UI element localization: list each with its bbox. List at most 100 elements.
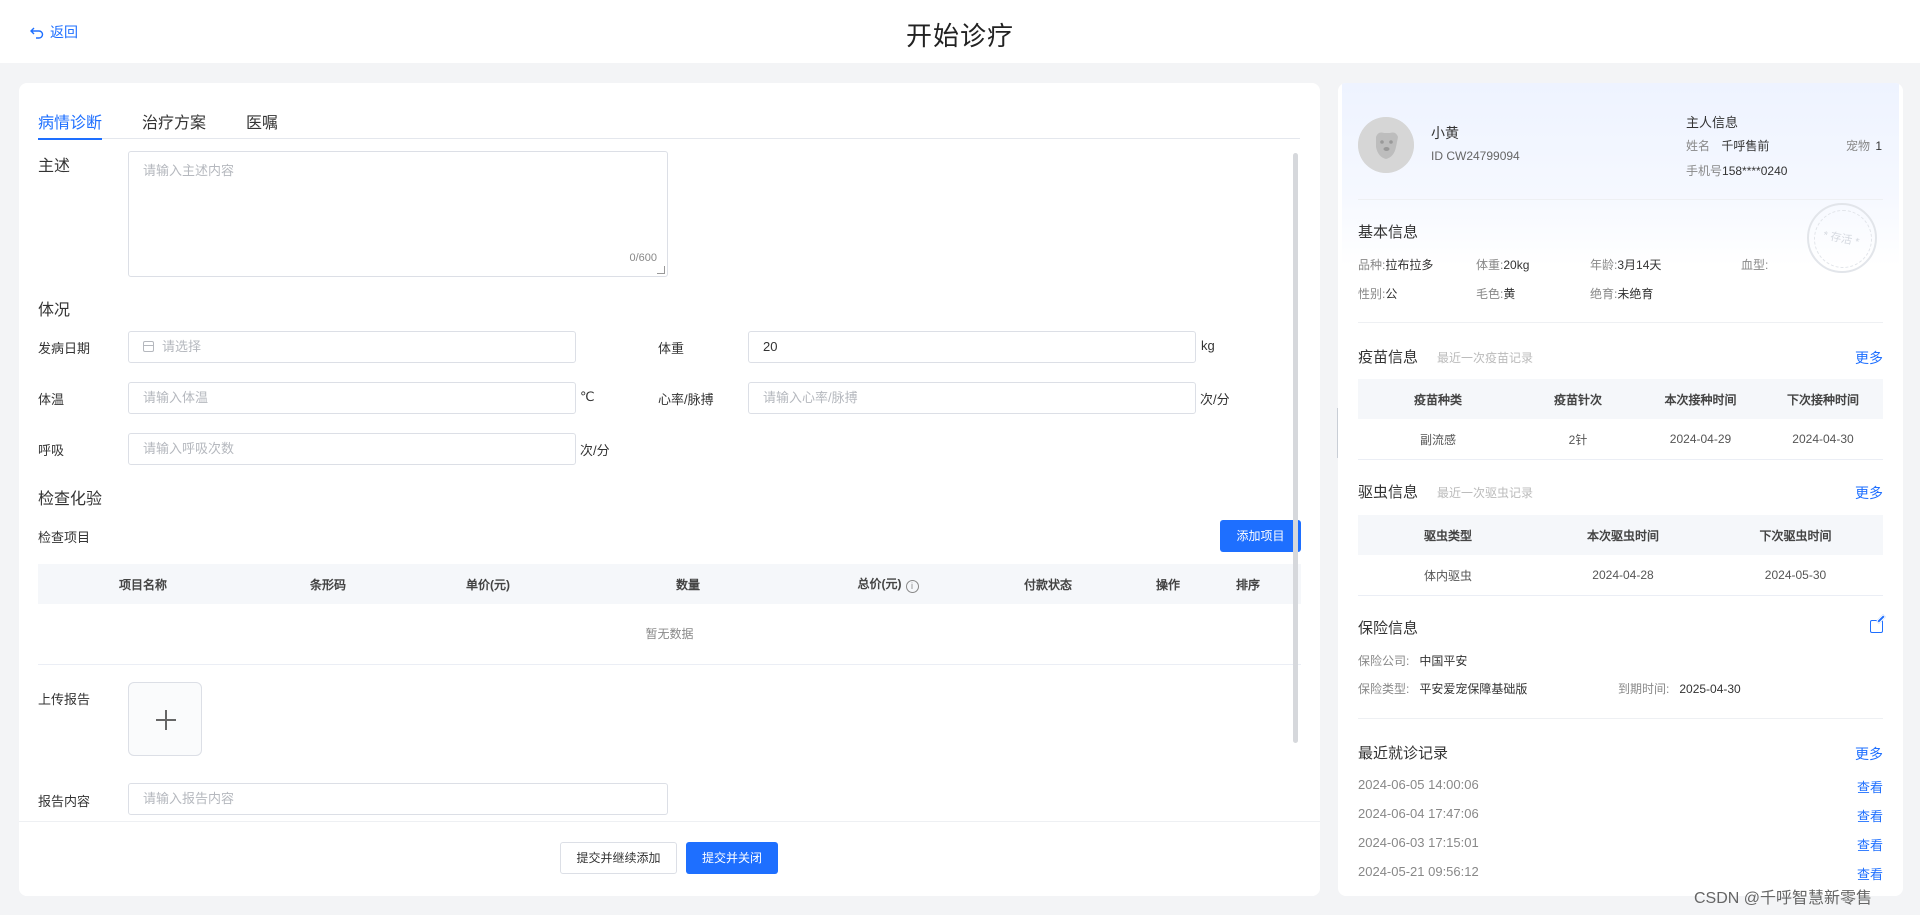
owner-name-label: 姓名 [1686,139,1711,153]
breath-input[interactable]: 请输入呼吸次数 [128,433,576,465]
records-title: 最近就诊记录 [1358,745,1449,762]
pet-count-label: 宠物 [1846,139,1871,153]
records-more-link[interactable]: 更多 [1855,744,1883,764]
submit-close-button[interactable]: 提交并关闭 [686,842,778,874]
tab-bar: 病情诊断 治疗方案 医嘱 [38,103,1300,140]
vaccine-dose-cell: 2针 [1568,432,1588,447]
resize-handle[interactable] [657,266,665,274]
weight-unit: kg [1201,338,1215,353]
deworm-this-time-cell: 2024-04-28 [1592,568,1654,582]
insurance-expire-field: 到期时间: 2025-04-30 [1618,680,1741,697]
deworm-subtitle: 最近一次驱虫记录 [1437,486,1534,500]
onset-date-picker[interactable]: 请选择 [128,331,576,363]
insurance-company-field: 保险公司: 中国平安 [1358,652,1467,669]
upload-report-button[interactable] [128,682,202,756]
view-record-link[interactable]: 查看 [1857,864,1883,883]
weight-info-label: 体重: [1476,258,1504,272]
edit-icon[interactable] [1870,620,1883,633]
heart-rate-input[interactable]: 请输入心率/脉搏 [748,382,1196,414]
pet-name: 小黄 [1431,125,1459,141]
deworm-more-link[interactable]: 更多 [1855,483,1883,503]
pet-id-text: ID CW24799094 [1431,149,1520,163]
onset-date-placeholder: 请选择 [162,339,202,354]
plus-icon-v [165,710,167,730]
vaccine-next-time-cell: 2024-04-30 [1792,432,1854,446]
temperature-input[interactable]: 请输入体温 [128,382,576,414]
tab-medical-advice[interactable]: 医嘱 [246,103,278,139]
insurance-company-label: 保险公司: [1358,654,1410,668]
top-bar: 返回 开始诊疗 [0,0,1920,63]
report-content-input[interactable]: 请输入报告内容 [128,783,668,815]
exam-table: 项目名称 条形码 单价(元) 数量 总价(元) i 付款状态 操作 排序 暂无数据 [38,564,1301,665]
sterile-value: 未绝育 [1617,287,1654,301]
info-icon[interactable]: i [905,580,919,593]
vaccine-title: 疫苗信息 [1358,349,1419,366]
col-vaccine-next-time: 下次接种时间 [1786,392,1859,407]
exam-section-title: 检查化验 [38,491,103,508]
form-footer: 提交并继续添加 提交并关闭 [19,821,1320,896]
pet-count-row: 宠物 1 [1846,137,1882,154]
upload-report-label: 上传报告 [38,692,91,707]
basic-info-title: 基本信息 [1358,224,1419,241]
table-row: 体内驱虫 2024-04-28 2024-05-30 [1358,555,1883,596]
exam-table-empty: 暂无数据 [38,604,1301,665]
col-deworm-next-time: 下次驱虫时间 [1759,528,1832,543]
list-item: 2024-06-04 17:47:06 查看 [1358,806,1883,824]
insurance-type-field: 保险类型: 平安爱宠保障基础版 [1358,680,1527,697]
col-deworm-this-time: 本次驱虫时间 [1586,528,1659,543]
insurance-title: 保险信息 [1358,620,1419,637]
age-field: 年龄:3月14天 [1590,256,1661,273]
view-record-link[interactable]: 查看 [1857,806,1883,825]
phone-label: 手机号 [1686,164,1723,178]
owner-section-title: 主人信息 [1686,115,1739,130]
temperature-unit: ℃ [580,389,595,404]
weight-input[interactable]: 20 [748,331,1196,363]
dog-icon [1358,117,1414,173]
breath-label: 呼吸 [38,443,65,458]
report-content-label: 报告内容 [38,794,91,809]
record-time: 2024-06-05 14:00:06 [1358,777,1479,792]
pet-info-panel: 小黄 ID CW24799094 主人信息 姓名 千呼售前 宠物 1 手机号15… [1338,83,1903,896]
pet-avatar [1358,117,1414,173]
breed-field: 品种:拉布拉多 [1358,256,1433,273]
age-label: 年龄: [1590,258,1618,272]
col-total-price-label: 总价(元) [857,577,902,591]
color-value: 黄 [1503,287,1516,301]
view-record-link[interactable]: 查看 [1857,777,1883,796]
insurance-expire-label: 到期时间: [1618,682,1670,696]
gender-field: 性别:公 [1358,285,1397,302]
chief-complaint-textarea[interactable]: 请输入主述内容 0/600 [128,151,668,277]
col-barcode: 条形码 [309,577,346,592]
condition-section-title: 体况 [38,302,71,319]
divider [1358,322,1883,323]
chief-complaint-label: 主述 [38,158,71,175]
weight-field: 体重:20kg [1476,256,1529,273]
vaccine-type-cell: 副流感 [1419,432,1456,447]
col-vaccine-dose: 疫苗针次 [1553,392,1602,407]
divider [1358,718,1883,719]
add-item-button[interactable]: 添加项目 [1220,520,1301,552]
phone-row: 手机号158****0240 [1686,162,1787,179]
diagnosis-card: 病情诊断 治疗方案 医嘱 主述 请输入主述内容 0/600 体况 发病日期 请选… [19,83,1320,896]
divider [1358,199,1883,200]
view-record-link[interactable]: 查看 [1857,835,1883,854]
col-vaccine-this-time: 本次接种时间 [1664,392,1737,407]
vaccine-more-link[interactable]: 更多 [1855,348,1883,368]
vaccine-table-header: 疫苗种类 疫苗针次 本次接种时间 下次接种时间 [1358,379,1883,419]
weight-label: 体重 [658,341,685,356]
calendar-icon [143,341,154,352]
tab-treatment-plan[interactable]: 治疗方案 [142,103,206,139]
col-actions: 操作 [1155,577,1180,592]
submit-continue-button[interactable]: 提交并继续添加 [560,842,677,874]
sterile-field: 绝育:未绝育 [1590,285,1653,302]
breed-value: 拉布拉多 [1385,258,1434,272]
insurance-company-value: 中国平安 [1419,654,1468,668]
form-scrollbar[interactable] [1293,153,1298,743]
breath-unit: 次/分 [580,443,610,458]
record-time: 2024-05-21 09:56:12 [1358,864,1479,879]
pet-id: ID CW24799094 [1431,149,1520,163]
deworm-type-cell: 体内驱虫 [1423,568,1472,583]
vaccine-this-time-cell: 2024-04-29 [1669,432,1732,446]
table-row: 副流感 2针 2024-04-29 2024-04-30 [1358,419,1883,460]
tab-diagnosis[interactable]: 病情诊断 [38,103,103,140]
